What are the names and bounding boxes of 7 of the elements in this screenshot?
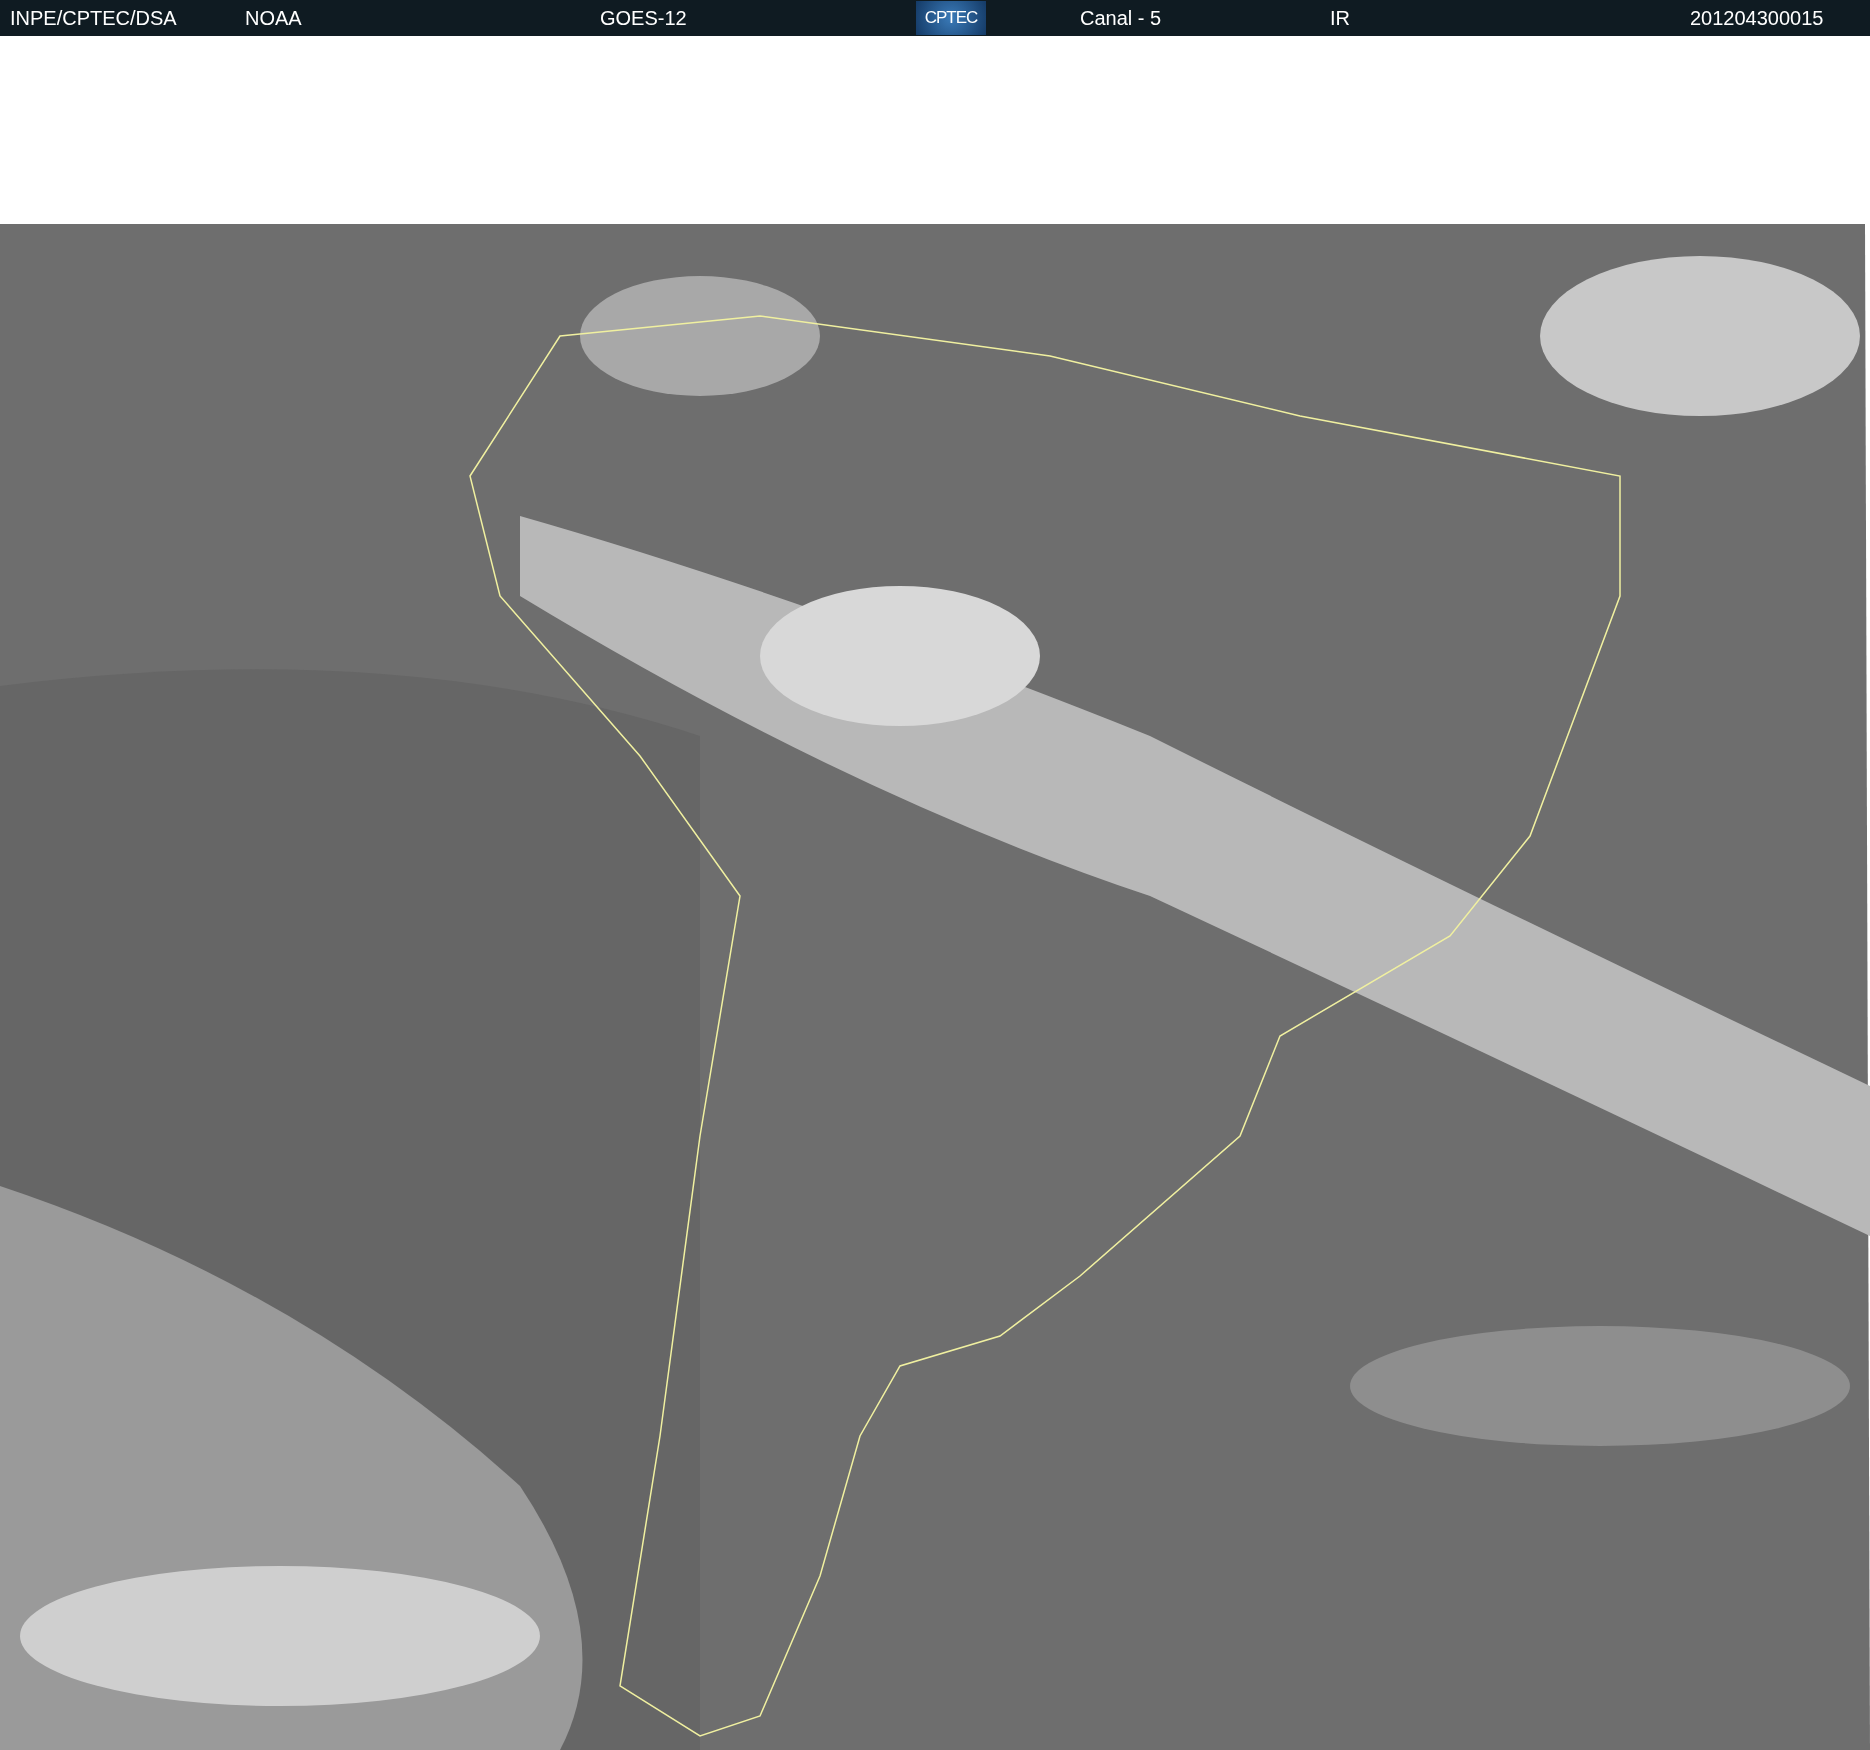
timestamp: 201204300015 <box>1690 6 1824 30</box>
header-label: INPE/CPTEC/DSA <box>10 6 177 30</box>
header-label: IR <box>1330 6 1350 30</box>
header-label: Canal - 5 <box>1080 6 1162 30</box>
header-label: NOAA <box>245 6 302 30</box>
header-label: GOES-12 <box>600 6 687 30</box>
logo: CPTEC <box>916 1 986 35</box>
